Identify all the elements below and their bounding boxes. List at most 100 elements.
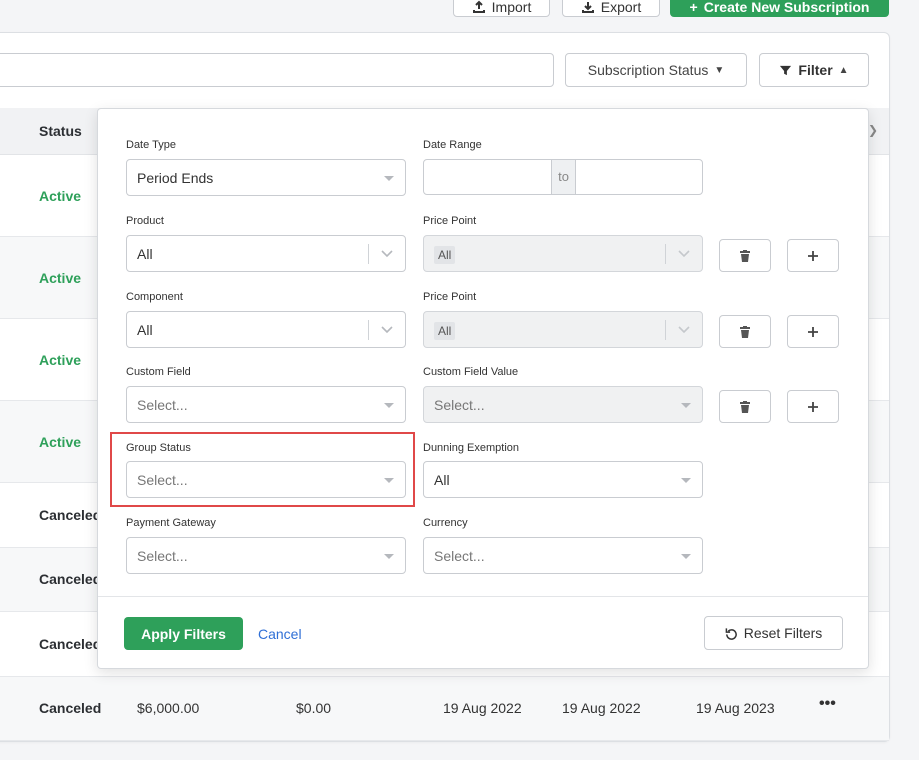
trash-icon <box>740 325 750 338</box>
table-row[interactable]: Canceled $6,000.00 $0.00 19 Aug 2022 19 … <box>0 677 889 741</box>
chevron-down-icon <box>381 326 393 334</box>
delete-custom-field-button[interactable] <box>719 390 771 423</box>
subscription-status-dropdown[interactable]: Subscription Status ▼ <box>565 53 747 87</box>
component-value: All <box>137 322 153 338</box>
trash-icon <box>740 400 750 413</box>
payment-gateway-select[interactable]: Select... <box>126 537 406 574</box>
filter-button[interactable]: Filter ▲ <box>759 53 869 87</box>
download-icon <box>581 1 594 13</box>
date-cell: 19 Aug 2022 <box>562 700 641 716</box>
delete-component-button[interactable] <box>719 315 771 348</box>
status-cell: Active <box>39 352 82 368</box>
status-cell: Active <box>39 434 82 450</box>
chevron-down-icon: ▼ <box>714 64 725 76</box>
custom-field-placeholder: Select... <box>137 397 188 413</box>
status-cell: Canceled <box>39 507 102 523</box>
filter-panel: Date Type Period Ends Date Range to Prod… <box>97 108 869 669</box>
upload-icon <box>472 0 485 13</box>
balance-cell: $0.00 <box>296 700 332 716</box>
component-label: Component <box>126 291 183 303</box>
product-price-point-label: Price Point <box>423 215 477 227</box>
select-separator <box>665 320 666 340</box>
reset-filters-button[interactable]: Reset Filters <box>704 616 843 650</box>
date-cell: 19 Aug 2022 <box>443 700 522 716</box>
product-price-point-select: All <box>423 235 703 272</box>
subscription-status-label: Subscription Status <box>587 62 709 78</box>
dunning-exemption-label: Dunning Exemption <box>423 442 520 454</box>
chevron-down-icon <box>678 326 690 334</box>
caret-down-icon <box>384 554 394 559</box>
create-subscription-button[interactable]: + Create New Subscription <box>670 0 889 17</box>
product-price-point-value: All <box>434 246 456 264</box>
delete-product-button[interactable] <box>719 239 771 272</box>
caret-down-icon <box>384 478 394 483</box>
plus-icon <box>808 401 818 412</box>
component-price-point-select: All <box>423 311 703 348</box>
status-cell: Active <box>39 188 82 204</box>
add-custom-field-button[interactable] <box>787 390 839 423</box>
date-type-value: Period Ends <box>137 170 214 186</box>
caret-down-icon <box>681 478 691 483</box>
date-cell: 19 Aug 2023 <box>696 700 775 716</box>
component-price-point-label: Price Point <box>423 291 477 303</box>
date-range-label: Date Range <box>423 139 482 151</box>
status-cell: Canceled <box>39 571 102 587</box>
chevron-down-icon <box>381 250 393 258</box>
create-label: Create New Subscription <box>703 0 870 15</box>
currency-select[interactable]: Select... <box>423 537 703 574</box>
status-cell: Canceled <box>39 700 102 716</box>
group-status-placeholder: Select... <box>137 472 188 488</box>
status-cell: Active <box>39 270 82 286</box>
custom-field-select[interactable]: Select... <box>126 386 406 423</box>
dunning-exemption-value: All <box>434 472 450 488</box>
select-separator <box>665 244 666 264</box>
amount-cell: $6,000.00 <box>137 700 200 716</box>
cancel-link[interactable]: Cancel <box>258 626 302 642</box>
caret-down-icon <box>384 176 394 181</box>
scroll-right-icon[interactable]: ❯ <box>868 123 878 137</box>
plus-icon <box>808 326 818 337</box>
reset-icon <box>725 627 737 640</box>
export-button[interactable]: Export <box>562 0 660 17</box>
payment-gateway-placeholder: Select... <box>137 548 188 564</box>
caret-down-icon <box>384 403 394 408</box>
currency-placeholder: Select... <box>434 548 485 564</box>
add-product-button[interactable] <box>787 239 839 272</box>
custom-field-value-placeholder: Select... <box>434 397 485 413</box>
custom-field-value-select: Select... <box>423 386 703 423</box>
custom-field-value-label: Custom Field Value <box>423 366 519 378</box>
select-separator <box>368 244 369 264</box>
date-type-label: Date Type <box>126 139 176 151</box>
import-label: Import <box>491 0 532 15</box>
dunning-exemption-select[interactable]: All <box>423 461 703 498</box>
trash-icon <box>740 249 750 262</box>
date-to-separator: to <box>551 160 576 194</box>
export-label: Export <box>600 0 642 15</box>
currency-label: Currency <box>423 517 468 529</box>
date-type-select[interactable]: Period Ends <box>126 159 406 196</box>
product-select[interactable]: All <box>126 235 406 272</box>
caret-down-icon <box>681 403 691 408</box>
date-to-input[interactable] <box>576 160 702 194</box>
plus-icon: + <box>689 0 698 15</box>
add-component-button[interactable] <box>787 315 839 348</box>
payment-gateway-label: Payment Gateway <box>126 517 216 529</box>
chevron-down-icon <box>678 250 690 258</box>
status-column-header[interactable]: Status <box>39 123 82 139</box>
status-cell: Canceled <box>39 636 102 652</box>
funnel-icon <box>780 65 792 75</box>
more-actions-icon[interactable]: ••• <box>819 695 836 713</box>
reset-filters-label: Reset Filters <box>743 625 823 641</box>
group-status-label: Group Status <box>126 442 191 454</box>
component-select[interactable]: All <box>126 311 406 348</box>
date-from-input[interactable] <box>424 160 551 194</box>
select-separator <box>368 320 369 340</box>
apply-filters-button[interactable]: Apply Filters <box>124 617 243 650</box>
component-price-point-value: All <box>434 322 456 340</box>
caret-down-icon <box>681 554 691 559</box>
search-input[interactable] <box>0 53 554 87</box>
group-status-select[interactable]: Select... <box>126 461 406 498</box>
product-value: All <box>137 246 153 262</box>
import-button[interactable]: Import <box>453 0 550 17</box>
filter-label: Filter <box>798 62 833 78</box>
